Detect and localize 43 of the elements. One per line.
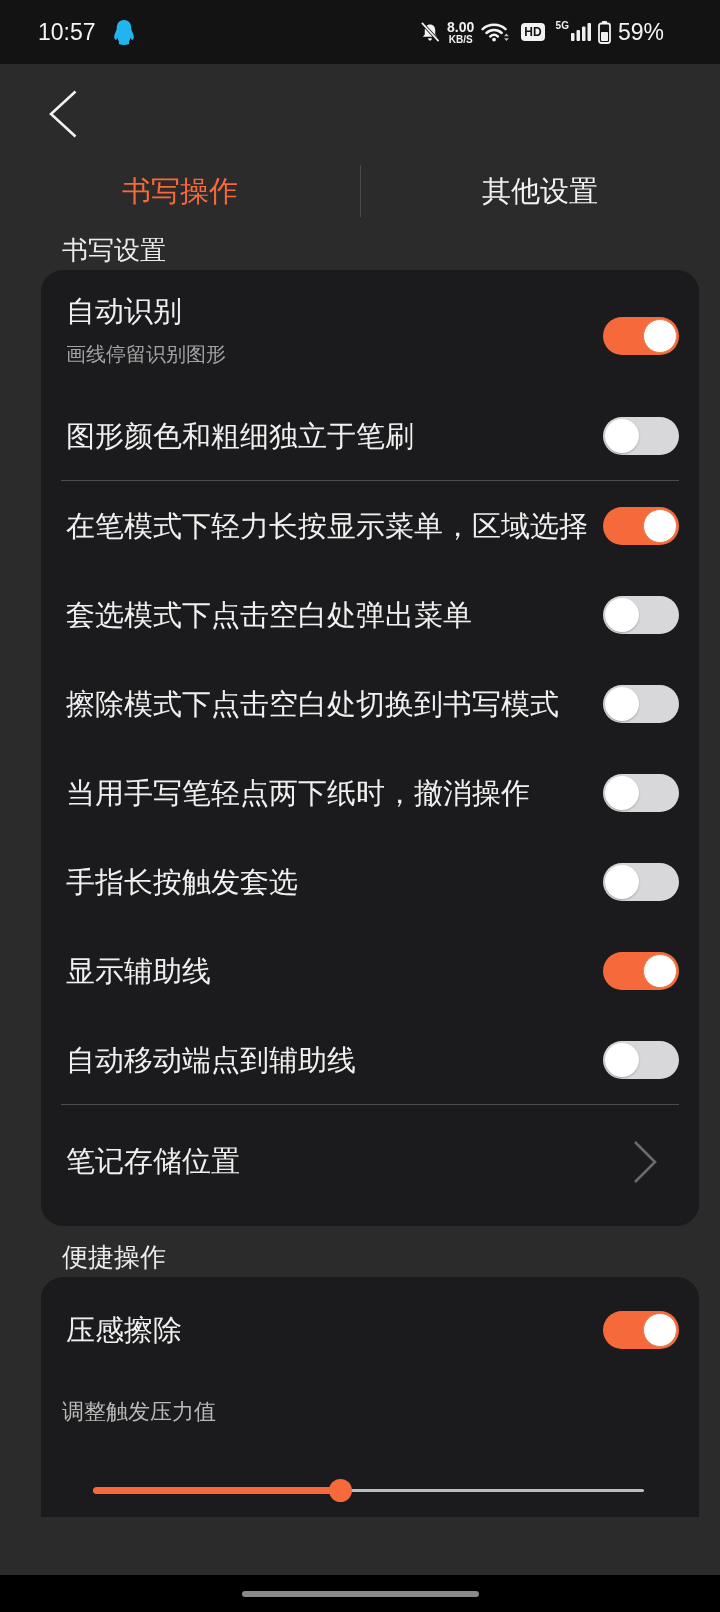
slider-label: 调整触发压力值 (62, 1398, 216, 1426)
status-time: 10:57 (38, 18, 96, 46)
settings-link[interactable]: 笔记存储位置 (41, 1105, 699, 1219)
network-speed: 8.00 (447, 19, 475, 34)
network-speed-unit: KB/S (448, 34, 473, 45)
wifi-icon (481, 22, 511, 42)
setting-label: 手指长按触发套选 (66, 863, 298, 900)
toggle-switch[interactable] (603, 862, 679, 901)
section-title: 书写设置 (62, 234, 166, 267)
slider-thumb[interactable] (329, 1479, 353, 1502)
battery-percent: 59% (617, 18, 664, 46)
network-type: 5G (555, 21, 569, 31)
home-indicator[interactable] (241, 1590, 479, 1597)
setting-label: 显示辅助线 (66, 952, 211, 989)
setting-description: 画线停留识别图形 (66, 340, 226, 368)
back-icon[interactable] (49, 90, 77, 138)
toggle-switch[interactable] (603, 595, 679, 634)
battery-icon (597, 20, 611, 44)
signal-icon (570, 23, 591, 41)
toggle-switch[interactable] (603, 416, 679, 455)
hd-indicator: HD (521, 23, 545, 41)
toggle-switch[interactable] (603, 1310, 679, 1349)
setting-label: 压感擦除 (66, 1311, 182, 1348)
toggle-switch[interactable] (603, 951, 679, 990)
toggle-switch[interactable] (603, 316, 679, 355)
tab[interactable]: 其他设置 (474, 167, 607, 215)
toggle-switch[interactable] (603, 773, 679, 812)
setting-label: 自动识别 (66, 292, 182, 329)
toggle-switch[interactable] (603, 506, 679, 545)
setting-label: 在笔模式下轻力长按显示菜单，区域选择 (66, 507, 588, 544)
penguin-icon (113, 19, 134, 45)
toggle-switch[interactable] (603, 1040, 679, 1079)
setting-label: 擦除模式下点击空白处切换到书写模式 (66, 685, 559, 722)
section-title: 便捷操作 (62, 1241, 166, 1274)
setting-label: 当用手写笔轻点两下纸时，撤消操作 (66, 774, 530, 811)
setting-label: 自动移动端点到辅助线 (66, 1041, 356, 1078)
toggle-switch[interactable] (603, 684, 679, 723)
muted-bell-icon (420, 22, 440, 42)
setting-label: 套选模式下点击空白处弹出菜单 (66, 596, 472, 633)
chevron-right-icon (633, 1140, 657, 1184)
setting-label: 图形颜色和粗细独立于笔刷 (66, 417, 414, 454)
tab[interactable]: 书写操作 (113, 167, 246, 215)
slider-track[interactable] (93, 1479, 644, 1502)
